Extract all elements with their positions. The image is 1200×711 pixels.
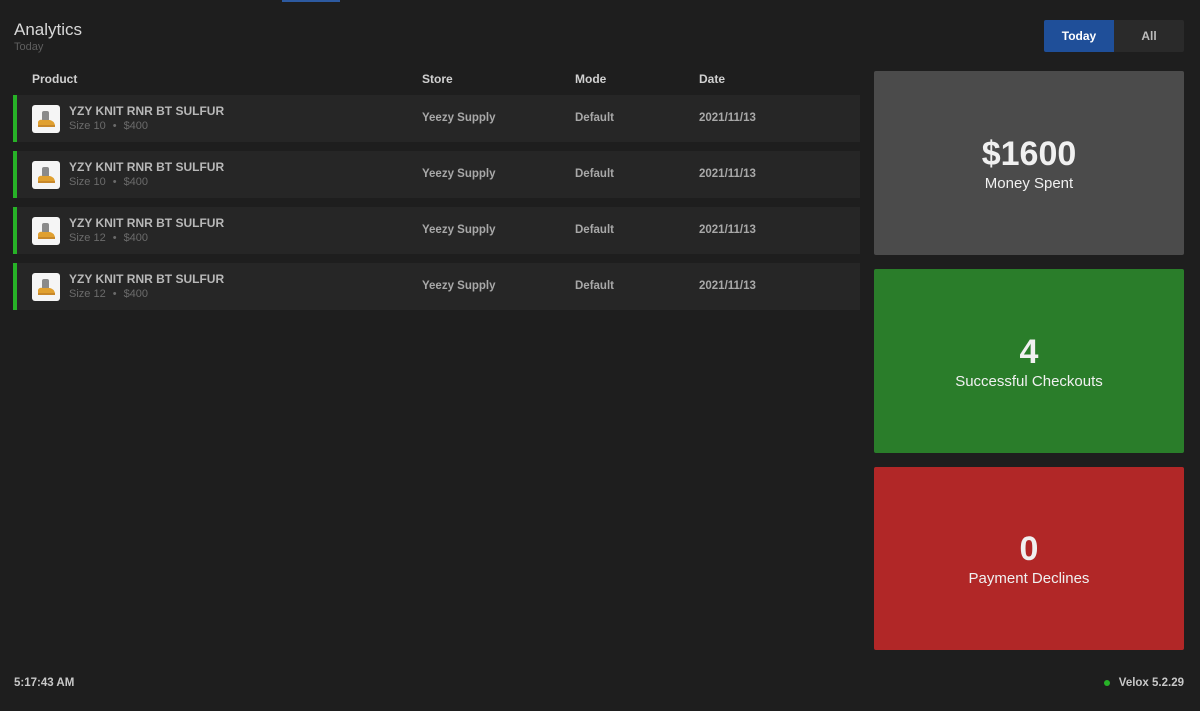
row-date: 2021/11/13 [699, 112, 756, 124]
table-row[interactable]: YZY KNIT RNR BT SULFUR Size 12 • $400 Yeez… [13, 207, 860, 254]
product-name: YZY KNIT RNR BT SULFUR [69, 272, 225, 286]
payment-declines-value: 0 [1019, 530, 1039, 568]
column-header-mode: Mode [575, 72, 607, 86]
table-header: Product Store Mode Date [0, 72, 860, 86]
row-mode: Default [575, 168, 614, 180]
sneaker-icon [32, 105, 60, 133]
separator-dot: • [112, 120, 117, 132]
product-price: $400 [123, 232, 149, 244]
product-name: YZY KNIT RNR BT SULFUR [69, 216, 225, 230]
product-meta: Size 10 • $400 [69, 120, 148, 132]
successful-checkouts-value: 4 [1019, 332, 1039, 371]
product-price: $400 [123, 120, 149, 132]
filter-today-button[interactable]: Today [1044, 20, 1114, 52]
column-header-product: Product [32, 72, 78, 86]
separator-dot: • [112, 232, 117, 244]
separator-dot: • [112, 176, 117, 188]
product-meta: Size 12 • $400 [69, 288, 148, 300]
clock-time: 5:17:43 AM [14, 677, 75, 689]
row-mode: Default [575, 112, 614, 124]
status-dot-icon [1103, 680, 1110, 686]
sneaker-icon [32, 217, 60, 245]
product-name: YZY KNIT RNR BT SULFUR [69, 104, 225, 118]
product-size: Size 12 [69, 288, 106, 300]
table-row[interactable]: YZY KNIT RNR BT SULFUR Size 10 • $400 Yeez… [13, 95, 860, 142]
page-subtitle: Today [14, 41, 44, 53]
product-name: YZY KNIT RNR BT SULFUR [69, 160, 225, 174]
page-title: Analytics [14, 20, 83, 39]
table-row[interactable]: YZY KNIT RNR BT SULFUR Size 12 • $400 Yeez… [13, 263, 860, 310]
product-size: Size 10 [69, 176, 106, 188]
money-spent-label: Money Spent [984, 174, 1074, 192]
filter-all-button[interactable]: All [1114, 20, 1184, 52]
row-date: 2021/11/13 [699, 224, 756, 236]
row-store: Yeezy Supply [422, 280, 496, 292]
payment-declines-label: Payment Declines [968, 570, 1090, 587]
row-store: Yeezy Supply [422, 112, 496, 124]
version-info: Velox 5.2.29 [1103, 677, 1184, 689]
product-size: Size 10 [69, 120, 106, 132]
payment-declines-card: 0 Payment Declines [874, 467, 1184, 650]
time-filter-toggle: Today All [1044, 20, 1184, 52]
table-row[interactable]: YZY KNIT RNR BT SULFUR Size 10 • $400 Yeez… [13, 151, 860, 198]
row-date: 2021/11/13 [699, 280, 756, 292]
successful-checkouts-label: Successful Checkouts [955, 372, 1103, 390]
product-meta: Size 10 • $400 [69, 176, 148, 188]
column-header-date: Date [699, 72, 726, 86]
page-header: Analytics Today [14, 20, 82, 53]
row-store: Yeezy Supply [422, 168, 496, 180]
column-header-store: Store [422, 72, 453, 86]
separator-dot: • [112, 288, 117, 300]
sneaker-icon [32, 273, 60, 301]
row-mode: Default [575, 224, 614, 236]
product-meta: Size 12 • $400 [69, 232, 148, 244]
row-store: Yeezy Supply [422, 224, 496, 236]
version-label: Velox 5.2.29 [1118, 677, 1184, 689]
row-mode: Default [575, 280, 614, 292]
sneaker-icon [32, 161, 60, 189]
money-spent-value: $1600 [981, 134, 1077, 173]
product-size: Size 12 [69, 232, 106, 244]
successful-checkouts-card: 4 Successful Checkouts [874, 269, 1184, 453]
product-price: $400 [123, 288, 149, 300]
row-date: 2021/11/13 [699, 168, 756, 180]
checkout-table: YZY KNIT RNR BT SULFUR Size 10 • $400 Yeez… [13, 95, 860, 319]
product-price: $400 [123, 176, 149, 188]
money-spent-card: $1600 Money Spent [874, 71, 1184, 255]
top-tab-indicator [282, 0, 340, 2]
